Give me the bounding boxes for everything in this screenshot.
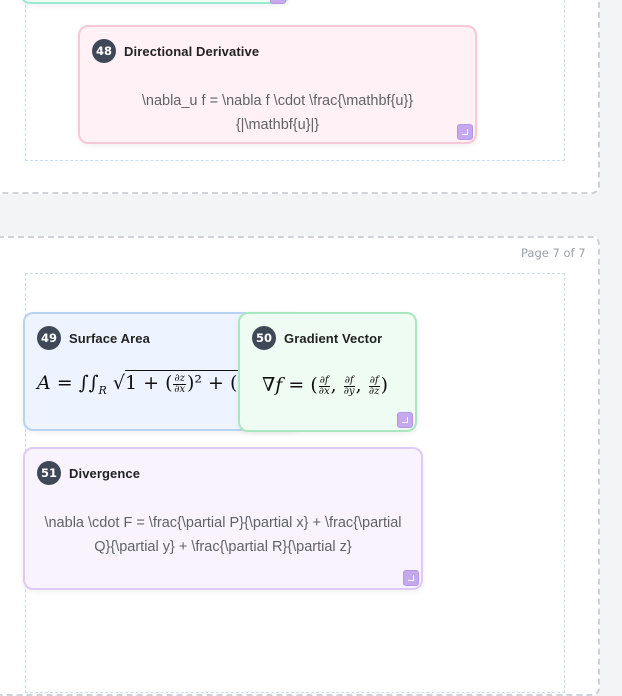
formula-card-51[interactable]: 51 Divergence \nabla \cdot F = \frac{\pa… <box>23 447 423 590</box>
resize-handle-icon[interactable] <box>270 0 286 4</box>
resize-handle-icon[interactable] <box>397 412 413 428</box>
page-number-label: Page 7 of 7 <box>521 246 586 260</box>
card-number-badge: 51 <box>37 461 61 485</box>
formula-latex: \nabla_u f = \nabla f \cdot \frac{\mathb… <box>141 93 414 133</box>
formula-rendered: ∇f = (∂f ∂x, ∂f ∂y, ∂f ∂z) <box>262 374 388 397</box>
card-title: Surface Area <box>69 330 150 346</box>
formula-card-48[interactable]: 48 Directional Derivative \nabla_u f = \… <box>78 25 477 144</box>
card-title: Divergence <box>69 465 141 481</box>
card-number-badge: 50 <box>252 326 276 350</box>
card-number-badge: 49 <box>37 326 61 350</box>
resize-handle-icon[interactable] <box>457 124 473 140</box>
card-number-badge: 48 <box>92 39 116 63</box>
formula-rendered: A = ∫∫R √1 + (∂z∂x)² + (∂z∂y)² <box>37 370 267 397</box>
formula-card-partial[interactable] <box>20 0 290 4</box>
card-title: Gradient Vector <box>284 330 383 346</box>
formula-latex: \nabla \cdot F = \frac{\partial P}{\part… <box>44 515 402 555</box>
formula-card-50[interactable]: 50 Gradient Vector ∇f = (∂f ∂x, ∂f ∂y, ∂f ∂… <box>238 312 417 432</box>
card-title: Directional Derivative <box>124 43 260 59</box>
resize-handle-icon[interactable] <box>403 570 419 586</box>
